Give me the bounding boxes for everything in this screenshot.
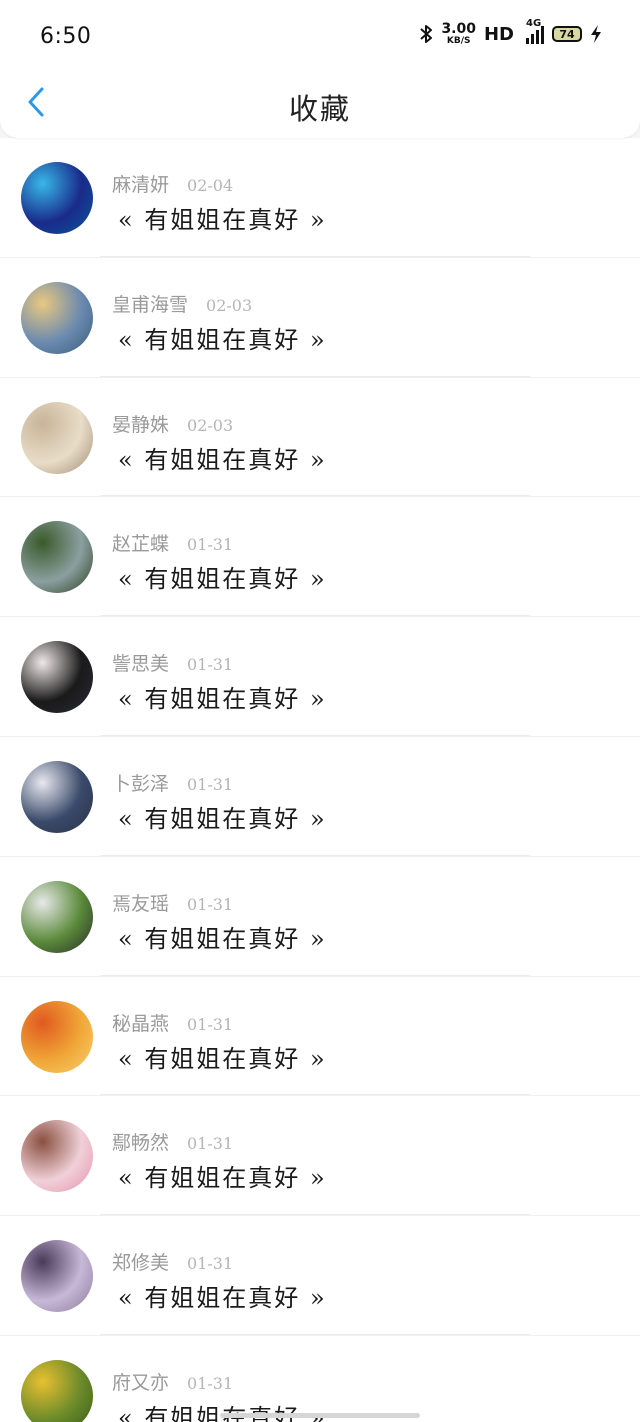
avatar[interactable] — [21, 1120, 93, 1193]
list-item[interactable]: 鄢畅然 01-31 « 有姐姐在真好 » — [0, 1096, 640, 1217]
signal-icon: 4G — [522, 18, 544, 44]
user-name[interactable]: 麻清妍 — [112, 174, 169, 196]
item-date: 01-31 — [187, 1014, 234, 1034]
item-content[interactable]: « 有姐姐在真好 » — [118, 1158, 327, 1193]
user-name[interactable]: 訾思美 — [112, 653, 169, 675]
favorites-list: 麻清妍 02-04 « 有姐姐在真好 » 皇甫海雪 02-03 « 有姐姐在真好 » 晏静姝… — [0, 138, 640, 1422]
list-item[interactable]: 訾思美 01-31 « 有姐姐在真好 » — [0, 617, 640, 737]
user-name[interactable]: 赵芷蝶 — [112, 533, 169, 555]
list-item[interactable]: 赵芷蝶 01-31 « 有姐姐在真好 » — [0, 497, 640, 618]
avatar[interactable] — [21, 162, 93, 234]
avatar[interactable] — [21, 281, 93, 354]
item-content[interactable]: « 有姐姐在真好 » — [118, 799, 327, 834]
item-meta: 府又亦 01-31 — [112, 1368, 233, 1395]
row-divider — [100, 1094, 530, 1096]
user-name[interactable]: 卜彭泽 — [112, 773, 169, 795]
item-content[interactable]: « 有姐姐在真好 » — [118, 1039, 327, 1074]
user-name[interactable]: 秘晶燕 — [112, 1013, 169, 1035]
item-date: 02-03 — [206, 295, 253, 315]
avatar[interactable] — [21, 760, 93, 833]
row-divider — [100, 255, 530, 257]
list-item[interactable]: 焉友瑶 01-31 « 有姐姐在真好 » — [0, 857, 640, 977]
item-content[interactable]: « 有姐姐在真好 » — [118, 919, 327, 954]
item-date: 01-31 — [187, 535, 234, 555]
row-divider — [100, 734, 530, 736]
item-meta: 鄢畅然 01-31 — [112, 1128, 233, 1155]
battery-level: 74 — [559, 27, 575, 41]
item-meta: 秘晶燕 01-31 — [112, 1009, 233, 1036]
item-meta: 麻清妍 02-04 — [112, 170, 233, 197]
item-date: 01-31 — [187, 655, 234, 675]
item-meta: 赵芷蝶 01-31 — [112, 529, 233, 556]
item-date: 02-04 — [187, 176, 234, 195]
list-item[interactable]: 麻清妍 02-04 « 有姐姐在真好 » — [0, 138, 640, 258]
title-bar: 收藏 — [0, 78, 640, 130]
item-meta: 皇甫海雪 02-03 — [112, 290, 252, 317]
item-content[interactable]: « 有姐姐在真好 » — [118, 1398, 327, 1422]
list-item[interactable]: 府又亦 01-31 « 有姐姐在真好 » — [0, 1336, 640, 1422]
avatar[interactable] — [21, 521, 93, 594]
item-meta: 焉友瑶 01-31 — [112, 889, 233, 916]
row-divider — [100, 375, 530, 377]
avatar[interactable] — [21, 401, 93, 474]
app-header: 6:50 3.00 KB/S HD 4G 74 收藏 — [0, 0, 640, 138]
row-divider — [100, 854, 530, 856]
avatar[interactable] — [21, 1240, 93, 1313]
list-item[interactable]: 晏静姝 02-03 « 有姐姐在真好 » — [0, 378, 640, 498]
list-item[interactable]: 皇甫海雪 02-03 « 有姐姐在真好 » — [0, 258, 640, 378]
user-name[interactable]: 晏静姝 — [112, 414, 169, 436]
list-item[interactable]: 秘晶燕 01-31 « 有姐姐在真好 » — [0, 977, 640, 1097]
network-speed: 3.00 KB/S — [441, 22, 476, 46]
row-divider — [100, 974, 530, 976]
speed-unit: KB/S — [446, 36, 471, 46]
item-date: 01-31 — [187, 894, 234, 914]
user-name[interactable]: 郑修美 — [112, 1252, 169, 1274]
avatar[interactable] — [21, 1000, 93, 1073]
row-divider — [100, 1333, 530, 1335]
avatar[interactable] — [21, 641, 93, 714]
user-name[interactable]: 鄢畅然 — [112, 1132, 169, 1154]
lightning-icon — [590, 24, 602, 44]
speed-value: 3.00 — [441, 21, 476, 37]
status-time: 6:50 — [40, 24, 92, 49]
row-divider — [100, 1214, 530, 1216]
user-name[interactable]: 皇甫海雪 — [112, 294, 188, 316]
item-content[interactable]: « 有姐姐在真好 » — [118, 1278, 327, 1313]
page-title: 收藏 — [288, 92, 351, 126]
item-content[interactable]: « 有姐姐在真好 » — [118, 559, 327, 594]
home-indicator[interactable] — [220, 1413, 420, 1418]
avatar[interactable] — [21, 880, 93, 953]
battery-icon: 74 — [552, 26, 582, 42]
item-content[interactable]: « 有姐姐在真好 » — [118, 320, 327, 355]
list-item[interactable]: 郑修美 01-31 « 有姐姐在真好 » — [0, 1216, 640, 1336]
row-divider — [100, 615, 530, 617]
list-item[interactable]: 卜彭泽 01-31 « 有姐姐在真好 » — [0, 737, 640, 857]
item-meta: 郑修美 01-31 — [112, 1248, 233, 1275]
item-content[interactable]: « 有姐姐在真好 » — [118, 679, 327, 714]
network-type: 4G — [526, 18, 542, 29]
item-content[interactable]: « 有姐姐在真好 » — [118, 440, 327, 475]
status-bar: 6:50 3.00 KB/S HD 4G 74 — [0, 0, 640, 78]
item-meta: 晏静姝 02-03 — [112, 410, 233, 437]
status-icons: 3.00 KB/S HD 4G 74 — [419, 18, 602, 46]
item-date: 02-03 — [187, 415, 234, 435]
item-content[interactable]: « 有姐姐在真好 » — [118, 200, 327, 235]
user-name[interactable]: 府又亦 — [112, 1372, 169, 1394]
user-name[interactable]: 焉友瑶 — [112, 893, 169, 915]
avatar[interactable] — [21, 1359, 93, 1422]
item-date: 01-31 — [187, 1254, 234, 1274]
hd-indicator: HD — [483, 23, 514, 45]
item-date: 01-31 — [187, 1134, 234, 1154]
item-date: 01-31 — [187, 1373, 234, 1393]
bluetooth-icon — [419, 24, 433, 44]
item-meta: 訾思美 01-31 — [112, 649, 233, 676]
item-meta: 卜彭泽 01-31 — [112, 769, 233, 796]
row-divider — [100, 495, 530, 497]
item-date: 01-31 — [187, 774, 234, 794]
